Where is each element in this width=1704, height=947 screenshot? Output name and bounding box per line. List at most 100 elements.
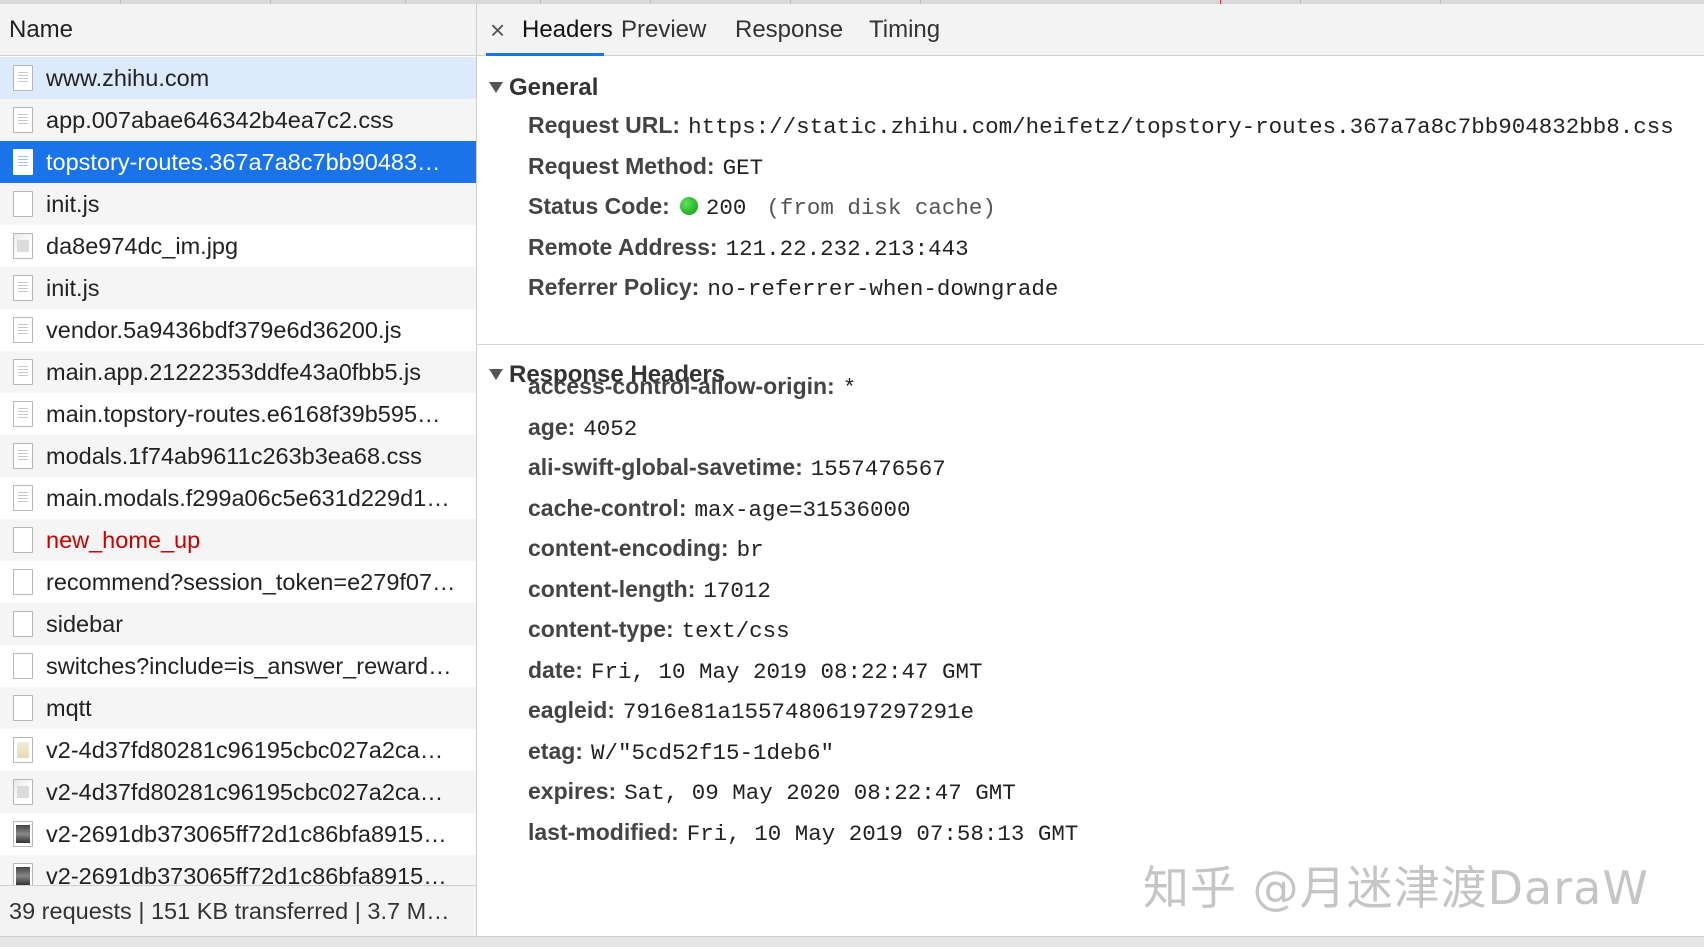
header-key: Request URL: bbox=[528, 112, 681, 138]
blank-file-icon bbox=[13, 191, 33, 217]
document-icon bbox=[13, 65, 33, 91]
watermark: 知乎 @月迷津渡DaraW bbox=[1143, 861, 1649, 915]
request-name: mqtt bbox=[46, 695, 92, 721]
request-row[interactable]: new_home_up bbox=[0, 519, 476, 561]
request-row[interactable]: init.js bbox=[0, 183, 476, 225]
header-value: no-referrer-when-downgrade bbox=[707, 276, 1059, 302]
header-note: (from disk cache) bbox=[766, 195, 996, 221]
request-row[interactable]: www.zhihu.com bbox=[0, 57, 476, 99]
header-key: cache-control: bbox=[528, 494, 687, 521]
request-row[interactable]: modals.1f74ab9611c263b3ea68.css bbox=[0, 435, 476, 477]
header-key: etag: bbox=[528, 737, 583, 764]
bottom-strip bbox=[0, 936, 1704, 947]
image-icon bbox=[13, 779, 33, 805]
document-icon bbox=[13, 401, 33, 427]
request-row[interactable]: switches?include=is_answer_reward… bbox=[0, 645, 476, 687]
header-row: eagleid: 7916e81a15574806197297291e bbox=[528, 697, 974, 727]
request-row[interactable]: v2-2691db373065ff72d1c86bfa8915… bbox=[0, 855, 476, 885]
request-list: www.zhihu.com app.007abae646342b4ea7c2.cs… bbox=[0, 57, 476, 885]
document-icon bbox=[13, 275, 33, 301]
request-row[interactable]: v2-4d37fd80281c96195cbc027a2ca… bbox=[0, 729, 476, 771]
header-value: 200 bbox=[705, 195, 747, 221]
header-key: eagleid: bbox=[528, 697, 615, 723]
blank-file-icon bbox=[13, 569, 33, 595]
header-value: max-age=31536000 bbox=[694, 496, 911, 523]
request-name: main.topstory-routes.e6168f39b595… bbox=[46, 401, 441, 427]
request-row[interactable]: recommend?session_token=e279f07… bbox=[0, 561, 476, 603]
header-key: Status Code: bbox=[528, 193, 670, 219]
detail-tab-bar: × Headers Preview Response Timing bbox=[477, 4, 1704, 56]
request-name: www.zhihu.com bbox=[46, 65, 210, 91]
document-icon bbox=[13, 107, 33, 133]
header-key: content-encoding: bbox=[528, 535, 729, 561]
header-value: text/css bbox=[681, 618, 790, 644]
request-name: vendor.5a9436bdf379e6d36200.js bbox=[46, 317, 402, 343]
header-key: expires: bbox=[528, 778, 617, 804]
active-tab-indicator bbox=[486, 53, 604, 56]
tab-response[interactable]: Response bbox=[735, 4, 843, 56]
request-name: switches?include=is_answer_reward… bbox=[46, 653, 452, 679]
tab-preview[interactable]: Preview bbox=[621, 4, 706, 56]
request-row[interactable]: v2-4d37fd80281c96195cbc027a2ca… bbox=[0, 771, 476, 813]
header-value: Sat, 09 May 2020 08:22:47 GMT bbox=[624, 780, 1016, 806]
header-key: access-control-allow-origin: bbox=[528, 373, 835, 399]
request-name: v2-2691db373065ff72d1c86bfa8915… bbox=[46, 863, 447, 885]
request-name: modals.1f74ab9611c263b3ea68.css bbox=[46, 443, 422, 469]
header-row: Status Code: 200 (from disk cache) bbox=[528, 193, 996, 223]
request-row[interactable]: da8e974dc_im.jpg bbox=[0, 225, 476, 267]
header-value: 121.22.232.213:443 bbox=[725, 235, 969, 262]
header-key: content-type: bbox=[528, 616, 674, 642]
document-icon bbox=[13, 317, 33, 343]
header-row: Referrer Policy: no-referrer-when-downgra… bbox=[528, 274, 1058, 304]
status-ok-icon bbox=[679, 197, 698, 215]
section-divider bbox=[477, 344, 1704, 345]
blank-file-icon bbox=[13, 527, 33, 553]
image-light-icon bbox=[13, 737, 33, 763]
header-value: Fri, 10 May 2019 07:58:13 GMT bbox=[686, 820, 1079, 847]
request-row[interactable]: sidebar bbox=[0, 603, 476, 645]
header-row: access-control-allow-origin: * bbox=[528, 373, 856, 403]
header-row: expires: Sat, 09 May 2020 08:22:47 GMT bbox=[528, 778, 1016, 808]
header-key: Referrer Policy: bbox=[528, 274, 700, 300]
request-name: v2-4d37fd80281c96195cbc027a2ca… bbox=[46, 779, 444, 805]
header-value: 1557476567 bbox=[810, 456, 946, 482]
general-section-toggle[interactable]: General bbox=[489, 74, 598, 102]
header-row: Remote Address: 121.22.232.213:443 bbox=[528, 234, 969, 264]
header-value: W/"5cd52f15-1deb6" bbox=[590, 739, 834, 766]
document-icon bbox=[13, 443, 33, 469]
request-row[interactable]: v2-2691db373065ff72d1c86bfa8915… bbox=[0, 813, 476, 855]
name-column-header[interactable]: Name bbox=[0, 4, 476, 56]
header-row: content-encoding: br bbox=[528, 535, 764, 565]
close-icon[interactable]: × bbox=[490, 4, 505, 56]
request-row[interactable]: topstory-routes.367a7a8c7bb90483… bbox=[0, 141, 476, 183]
header-value: 7916e81a15574806197297291e bbox=[622, 699, 974, 725]
request-row[interactable]: mqtt bbox=[0, 687, 476, 729]
header-value: * bbox=[842, 375, 857, 401]
request-row[interactable]: main.modals.f299a06c5e631d229d1… bbox=[0, 477, 476, 519]
request-name: v2-4d37fd80281c96195cbc027a2ca… bbox=[46, 737, 444, 763]
header-value: 4052 bbox=[583, 415, 638, 442]
tab-headers[interactable]: Headers bbox=[522, 4, 613, 56]
request-row[interactable]: app.007abae646342b4ea7c2.css bbox=[0, 99, 476, 141]
header-key: ali-swift-global-savetime: bbox=[528, 454, 803, 480]
header-row: Request URL: https://static.zhihu.com/hei… bbox=[528, 112, 1674, 142]
request-row[interactable]: init.js bbox=[0, 267, 476, 309]
header-key: Remote Address: bbox=[528, 233, 718, 260]
request-row[interactable]: main.topstory-routes.e6168f39b595… bbox=[0, 393, 476, 435]
request-name: v2-2691db373065ff72d1c86bfa8915… bbox=[46, 821, 447, 847]
blank-file-icon bbox=[13, 695, 33, 721]
request-name: init.js bbox=[46, 275, 100, 301]
request-row[interactable]: vendor.5a9436bdf379e6d36200.js bbox=[0, 309, 476, 351]
header-value: br bbox=[736, 537, 764, 563]
request-row[interactable]: main.app.21222353ddfe43a0fbb5.js bbox=[0, 351, 476, 393]
image-dark-icon bbox=[13, 821, 33, 847]
header-key: Request Method: bbox=[528, 152, 715, 179]
document-icon bbox=[13, 149, 33, 175]
tab-timing[interactable]: Timing bbox=[869, 4, 940, 56]
request-name: topstory-routes.367a7a8c7bb90483… bbox=[46, 149, 441, 175]
request-detail-panel: × Headers Preview Response Timing Genera… bbox=[477, 4, 1704, 936]
triangle-down-icon bbox=[489, 82, 503, 93]
image-icon bbox=[13, 233, 33, 259]
header-row: ali-swift-global-savetime: 1557476567 bbox=[528, 454, 946, 484]
request-name: sidebar bbox=[46, 611, 124, 637]
